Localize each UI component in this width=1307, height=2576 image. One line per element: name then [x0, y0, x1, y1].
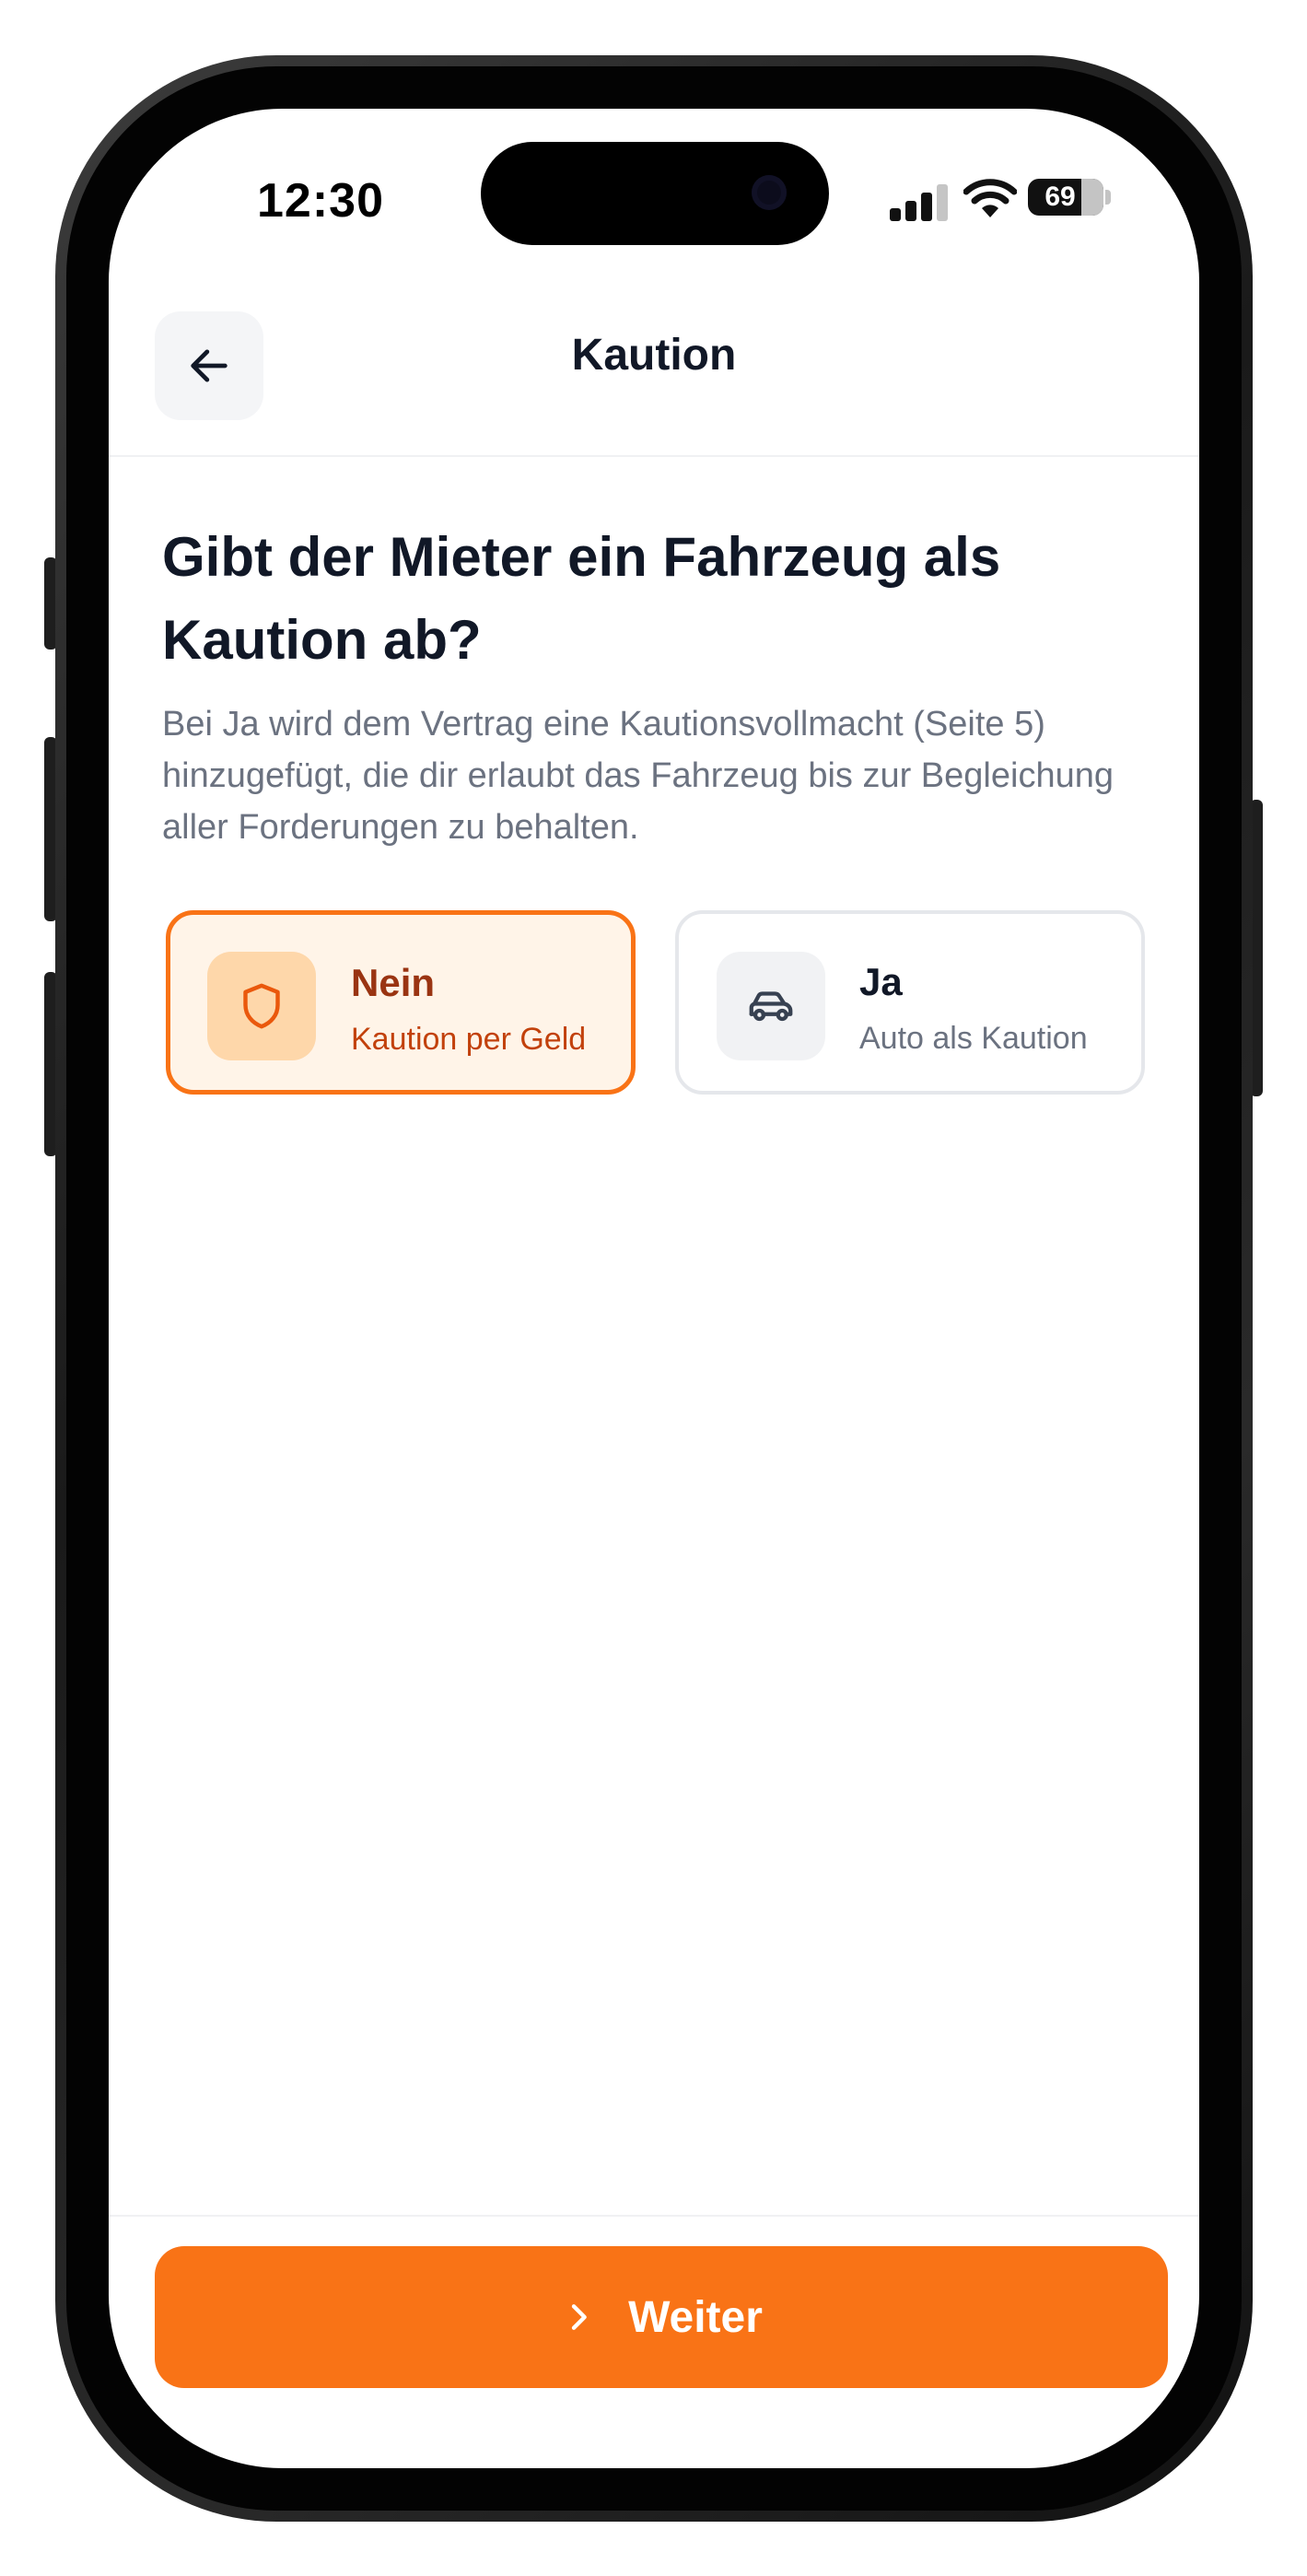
page-title: Kaution	[571, 331, 737, 380]
option-ja-subtitle: Auto als Kaution	[859, 1021, 1088, 1056]
option-ja-title: Ja	[859, 960, 903, 1003]
chevron-right-icon	[571, 2304, 587, 2330]
option-nein-icon-tile	[207, 952, 316, 1060]
header-divider	[109, 455, 1199, 457]
question-heading: Gibt der Mieter ein Fahrzeug als Kaution…	[162, 526, 1001, 671]
option-nein-subtitle: Kaution per Geld	[351, 1022, 587, 1057]
shield-icon	[243, 983, 280, 1029]
option-nein-title: Nein	[351, 961, 436, 1004]
next-button-label: Weiter	[628, 2292, 763, 2342]
option-nein[interactable]: Nein Kaution per Geld	[166, 910, 636, 1095]
front-camera	[752, 175, 787, 210]
status-time: 12:30	[257, 174, 384, 228]
app-screen: 12:30 69 Kaution Gibt der Mieter ein Fah…	[109, 109, 1199, 2468]
option-ja[interactable]: Ja Auto als Kaution	[675, 910, 1145, 1095]
battery-terminal	[1105, 190, 1111, 205]
battery-icon: 69	[1028, 179, 1103, 216]
battery-level: 69	[1044, 181, 1076, 212]
question-description: Bei Ja wird dem Vertrag eine Kautionsvol…	[162, 705, 1114, 847]
dynamic-island	[481, 142, 829, 245]
footer-divider	[109, 2215, 1199, 2217]
next-button[interactable]: Weiter	[155, 2246, 1168, 2388]
cellular-signal-icon	[890, 182, 949, 221]
car-icon	[749, 991, 793, 1022]
option-ja-icon-tile	[717, 952, 825, 1060]
wifi-icon	[963, 179, 1017, 217]
